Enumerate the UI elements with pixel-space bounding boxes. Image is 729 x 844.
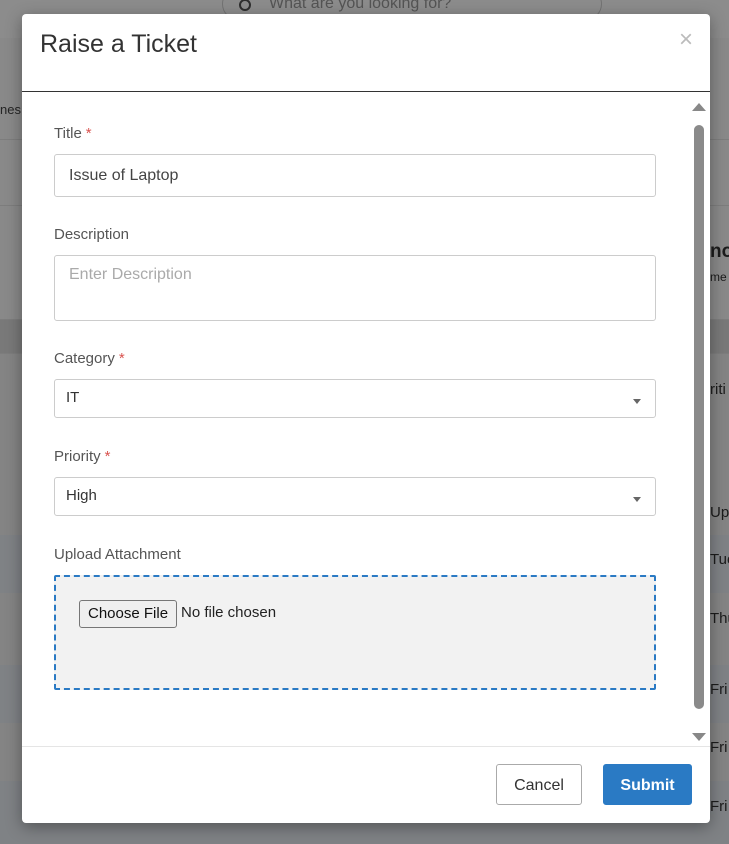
priority-select[interactable]: High bbox=[54, 477, 656, 516]
modal-body: Title* Description Category* IT Priority… bbox=[22, 92, 710, 746]
chevron-down-icon bbox=[633, 497, 641, 502]
modal-footer: Cancel Submit bbox=[22, 746, 710, 823]
priority-selected-value: High bbox=[66, 487, 97, 504]
title-input[interactable] bbox=[54, 154, 656, 197]
title-label-text: Title bbox=[54, 125, 82, 142]
category-selected-value: IT bbox=[66, 389, 80, 406]
scroll-thumb[interactable] bbox=[694, 125, 704, 709]
modal-scrollbar[interactable] bbox=[692, 101, 706, 741]
category-label: Category * bbox=[54, 350, 125, 367]
scroll-down-arrow-icon[interactable] bbox=[692, 733, 706, 741]
required-marker: * bbox=[85, 125, 92, 142]
submit-button[interactable]: Submit bbox=[603, 764, 692, 805]
file-status-text: No file chosen bbox=[181, 604, 277, 621]
priority-label: Priority * bbox=[54, 448, 111, 465]
description-label: Description bbox=[54, 226, 130, 243]
attachment-dropzone[interactable]: Choose File No file chosen bbox=[54, 575, 656, 690]
choose-file-button[interactable]: Choose File bbox=[79, 600, 178, 628]
upload-attachment-label: Upload Attachment bbox=[54, 546, 181, 563]
scroll-up-arrow-icon[interactable] bbox=[692, 103, 706, 111]
priority-label-text: Priority bbox=[54, 448, 101, 465]
modal-title: Raise a Ticket bbox=[40, 30, 198, 58]
raise-ticket-modal: Raise a Ticket × Title* Description Cate… bbox=[22, 14, 710, 823]
required-marker: * bbox=[118, 350, 125, 367]
required-marker: * bbox=[104, 448, 111, 465]
category-select[interactable]: IT bbox=[54, 379, 656, 418]
category-label-text: Category bbox=[54, 350, 115, 367]
close-icon[interactable]: × bbox=[679, 28, 693, 52]
chevron-down-icon bbox=[633, 399, 641, 404]
cancel-button[interactable]: Cancel bbox=[496, 764, 582, 805]
description-textarea[interactable] bbox=[54, 255, 656, 321]
title-label: Title * bbox=[54, 125, 92, 142]
modal-header: Raise a Ticket × bbox=[22, 14, 710, 92]
